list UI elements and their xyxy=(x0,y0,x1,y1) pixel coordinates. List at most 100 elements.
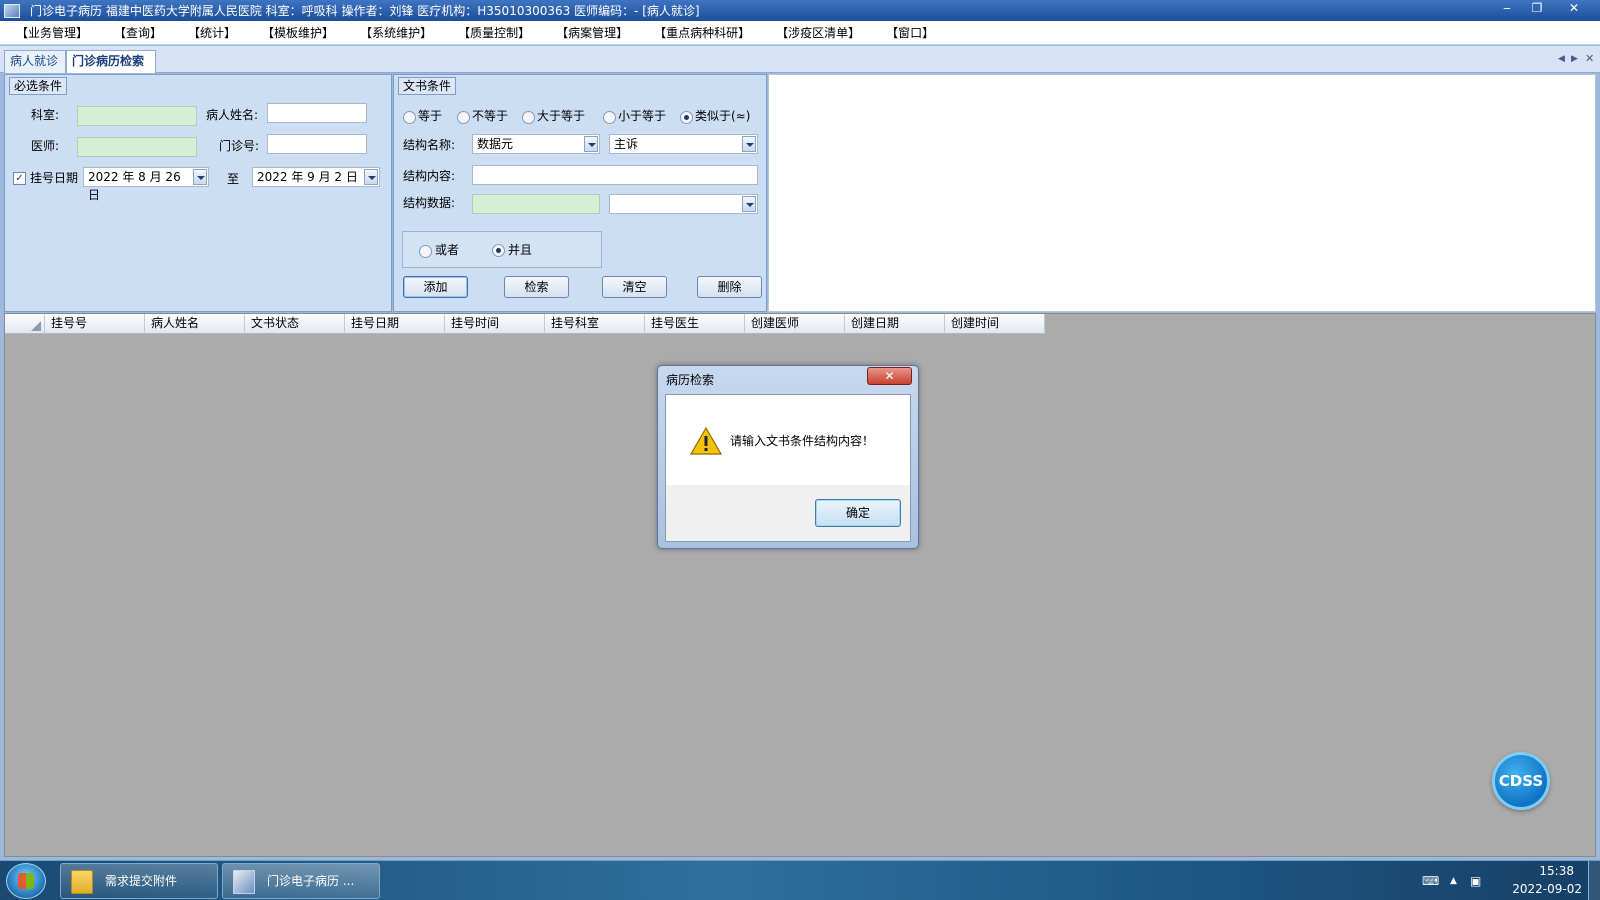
add-button[interactable]: 添加 xyxy=(403,276,468,298)
col-create-time[interactable]: 创建时间 xyxy=(945,314,1045,334)
dept-label: 科室: xyxy=(31,108,60,122)
tab-bar: 病人就诊 门诊病历检索 ◀ ▶ ✕ xyxy=(0,46,1600,73)
required-conditions-panel: 必选条件 科室: 病人姓名: 医师: 门诊号: ✓ 挂号日期 2022 年 8 … xyxy=(4,74,392,312)
minimize-button[interactable]: ‒ xyxy=(1492,0,1522,18)
struct-name-select[interactable]: 数据元 xyxy=(472,134,600,154)
menu-records[interactable]: 【病案管理】 xyxy=(556,24,628,41)
record-search-dialog: 病历检索 ✕ 请输入文书条件结构内容！ 确定 xyxy=(657,365,919,549)
struct-name-value: 数据元 xyxy=(477,137,514,151)
taskbar-item-emr[interactable]: 门诊电子病历 ... xyxy=(222,863,380,899)
menu-query[interactable]: 【查询】 xyxy=(114,24,162,41)
chevron-down-icon[interactable] xyxy=(193,169,207,185)
col-reg-time[interactable]: 挂号时间 xyxy=(445,314,545,334)
delete-button[interactable]: 删除 xyxy=(697,276,762,298)
clinic-no-label: 门诊号: xyxy=(219,139,260,153)
doctor-label: 医师: xyxy=(31,139,60,153)
document-conditions-title: 文书条件 xyxy=(398,77,457,95)
doctor-field[interactable] xyxy=(77,137,197,157)
taskbar-item-folder-label: 需求提交附件 xyxy=(105,874,178,888)
ok-button[interactable]: 确定 xyxy=(815,499,901,527)
reg-date-checkbox[interactable]: ✓ xyxy=(13,172,26,185)
preview-area xyxy=(768,74,1596,312)
window-title: 门诊电子病历 福建中医药大学附属人民医院 科室：呼吸科 操作者：刘锋 医疗机构：… xyxy=(30,4,700,18)
col-create-doctor[interactable]: 创建医师 xyxy=(745,314,845,334)
reg-date-label: 挂号日期 xyxy=(30,171,79,185)
op-lte-label: 小于等于 xyxy=(618,109,667,123)
date-from-picker[interactable]: 2022 年 8 月 26 日 xyxy=(83,167,209,202)
menu-templates[interactable]: 【模板维护】 xyxy=(262,24,334,41)
tab-patient-visit[interactable]: 病人就诊 xyxy=(4,50,66,73)
restore-button[interactable]: ❐ xyxy=(1522,0,1552,18)
show-desktop-button[interactable] xyxy=(1588,861,1600,900)
chevron-down-icon[interactable] xyxy=(364,169,378,185)
taskbar-item-folder[interactable]: 需求提交附件 xyxy=(60,863,218,899)
logic-or-radio[interactable] xyxy=(419,245,432,258)
dialog-close-button[interactable]: ✕ xyxy=(867,367,912,385)
network-icon[interactable]: ▣ xyxy=(1470,874,1481,888)
system-tray: ⌨ ▲ ▣ 15:38 2022-09-02 xyxy=(1400,861,1600,900)
close-window-button[interactable]: ✕ xyxy=(1552,0,1596,18)
dialog-title: 病历检索 xyxy=(666,373,715,387)
start-button[interactable] xyxy=(6,863,46,899)
menu-epidemic[interactable]: 【涉疫区清单】 xyxy=(776,24,860,41)
grid-select-all[interactable] xyxy=(5,314,45,334)
struct-name-label: 结构名称: xyxy=(403,138,456,152)
op-like-radio[interactable] xyxy=(680,111,693,124)
taskbar-item-emr-label: 门诊电子病历 ... xyxy=(267,874,355,888)
cdss-button[interactable]: CDSS xyxy=(1492,752,1550,810)
dept-field[interactable] xyxy=(77,106,197,126)
struct-element-value: 主诉 xyxy=(614,137,639,151)
window-titlebar: 门诊电子病历 福建中医药大学附属人民医院 科室：呼吸科 操作者：刘锋 医疗机构：… xyxy=(0,0,1600,21)
chevron-down-icon[interactable] xyxy=(584,136,598,152)
dialog-message: 请输入文书条件结构内容！ xyxy=(730,434,875,448)
clinic-no-field[interactable] xyxy=(267,134,367,154)
tab-record-search[interactable]: 门诊病历检索 xyxy=(66,50,156,73)
menu-bar: 【业务管理】 【查询】 【统计】 【模板维护】 【系统维护】 【质量控制】 【病… xyxy=(0,21,1600,45)
logic-and-radio[interactable] xyxy=(492,244,505,257)
col-reg-dept[interactable]: 挂号科室 xyxy=(545,314,645,334)
clear-button[interactable]: 清空 xyxy=(602,276,667,298)
op-like-label: 类似于(≈) xyxy=(695,109,751,123)
emr-app-icon xyxy=(233,870,255,894)
logic-group: 或者 并且 xyxy=(402,231,602,268)
tab-close-icon[interactable]: ✕ xyxy=(1585,52,1594,65)
struct-content-label: 结构内容: xyxy=(403,169,456,183)
op-not-equal-radio[interactable] xyxy=(457,111,470,124)
col-doc-status[interactable]: 文书状态 xyxy=(245,314,345,334)
warning-icon xyxy=(690,427,722,455)
chevron-down-icon[interactable] xyxy=(742,196,756,212)
menu-window[interactable]: 【窗口】 xyxy=(886,24,934,41)
col-reg-date[interactable]: 挂号日期 xyxy=(345,314,445,334)
menu-system[interactable]: 【系统维护】 xyxy=(360,24,432,41)
tab-next-icon[interactable]: ▶ xyxy=(1571,54,1578,64)
folder-icon xyxy=(71,870,93,894)
chevron-down-icon[interactable] xyxy=(742,136,756,152)
col-reg-doctor[interactable]: 挂号医生 xyxy=(645,314,745,334)
document-conditions-panel: 文书条件 等于 不等于 大于等于 小于等于 类似于(≈) 结构名称: 数据元 主… xyxy=(393,74,767,312)
struct-content-field[interactable] xyxy=(472,165,758,185)
patient-name-label: 病人姓名: xyxy=(206,108,259,122)
op-gte-radio[interactable] xyxy=(522,111,535,124)
struct-data-field[interactable] xyxy=(472,194,600,214)
menu-quality[interactable]: 【质量控制】 xyxy=(458,24,530,41)
op-equal-radio[interactable] xyxy=(403,111,416,124)
clock-time[interactable]: 15:38 xyxy=(1539,864,1574,878)
col-patient-name[interactable]: 病人姓名 xyxy=(145,314,245,334)
menu-research[interactable]: 【重点病种科研】 xyxy=(654,24,750,41)
tab-prev-icon[interactable]: ◀ xyxy=(1558,54,1565,64)
struct-element-select[interactable]: 主诉 xyxy=(609,134,758,154)
menu-business[interactable]: 【业务管理】 xyxy=(16,24,88,41)
menu-statistics[interactable]: 【统计】 xyxy=(188,24,236,41)
op-lte-radio[interactable] xyxy=(603,111,616,124)
col-create-date[interactable]: 创建日期 xyxy=(845,314,945,334)
clock-date[interactable]: 2022-09-02 xyxy=(1512,882,1582,896)
col-reg-no[interactable]: 挂号号 xyxy=(45,314,145,334)
search-button[interactable]: 检索 xyxy=(504,276,569,298)
keyboard-icon[interactable]: ⌨ xyxy=(1422,874,1439,888)
patient-name-field[interactable] xyxy=(267,103,367,123)
window-controls: ‒ ❐ ✕ xyxy=(1492,0,1596,18)
date-to-picker[interactable]: 2022 年 9 月 2 日 xyxy=(252,167,380,187)
logic-or-label: 或者 xyxy=(435,243,460,257)
struct-data-select[interactable] xyxy=(609,194,758,214)
tray-expand-icon[interactable]: ▲ xyxy=(1450,876,1457,886)
